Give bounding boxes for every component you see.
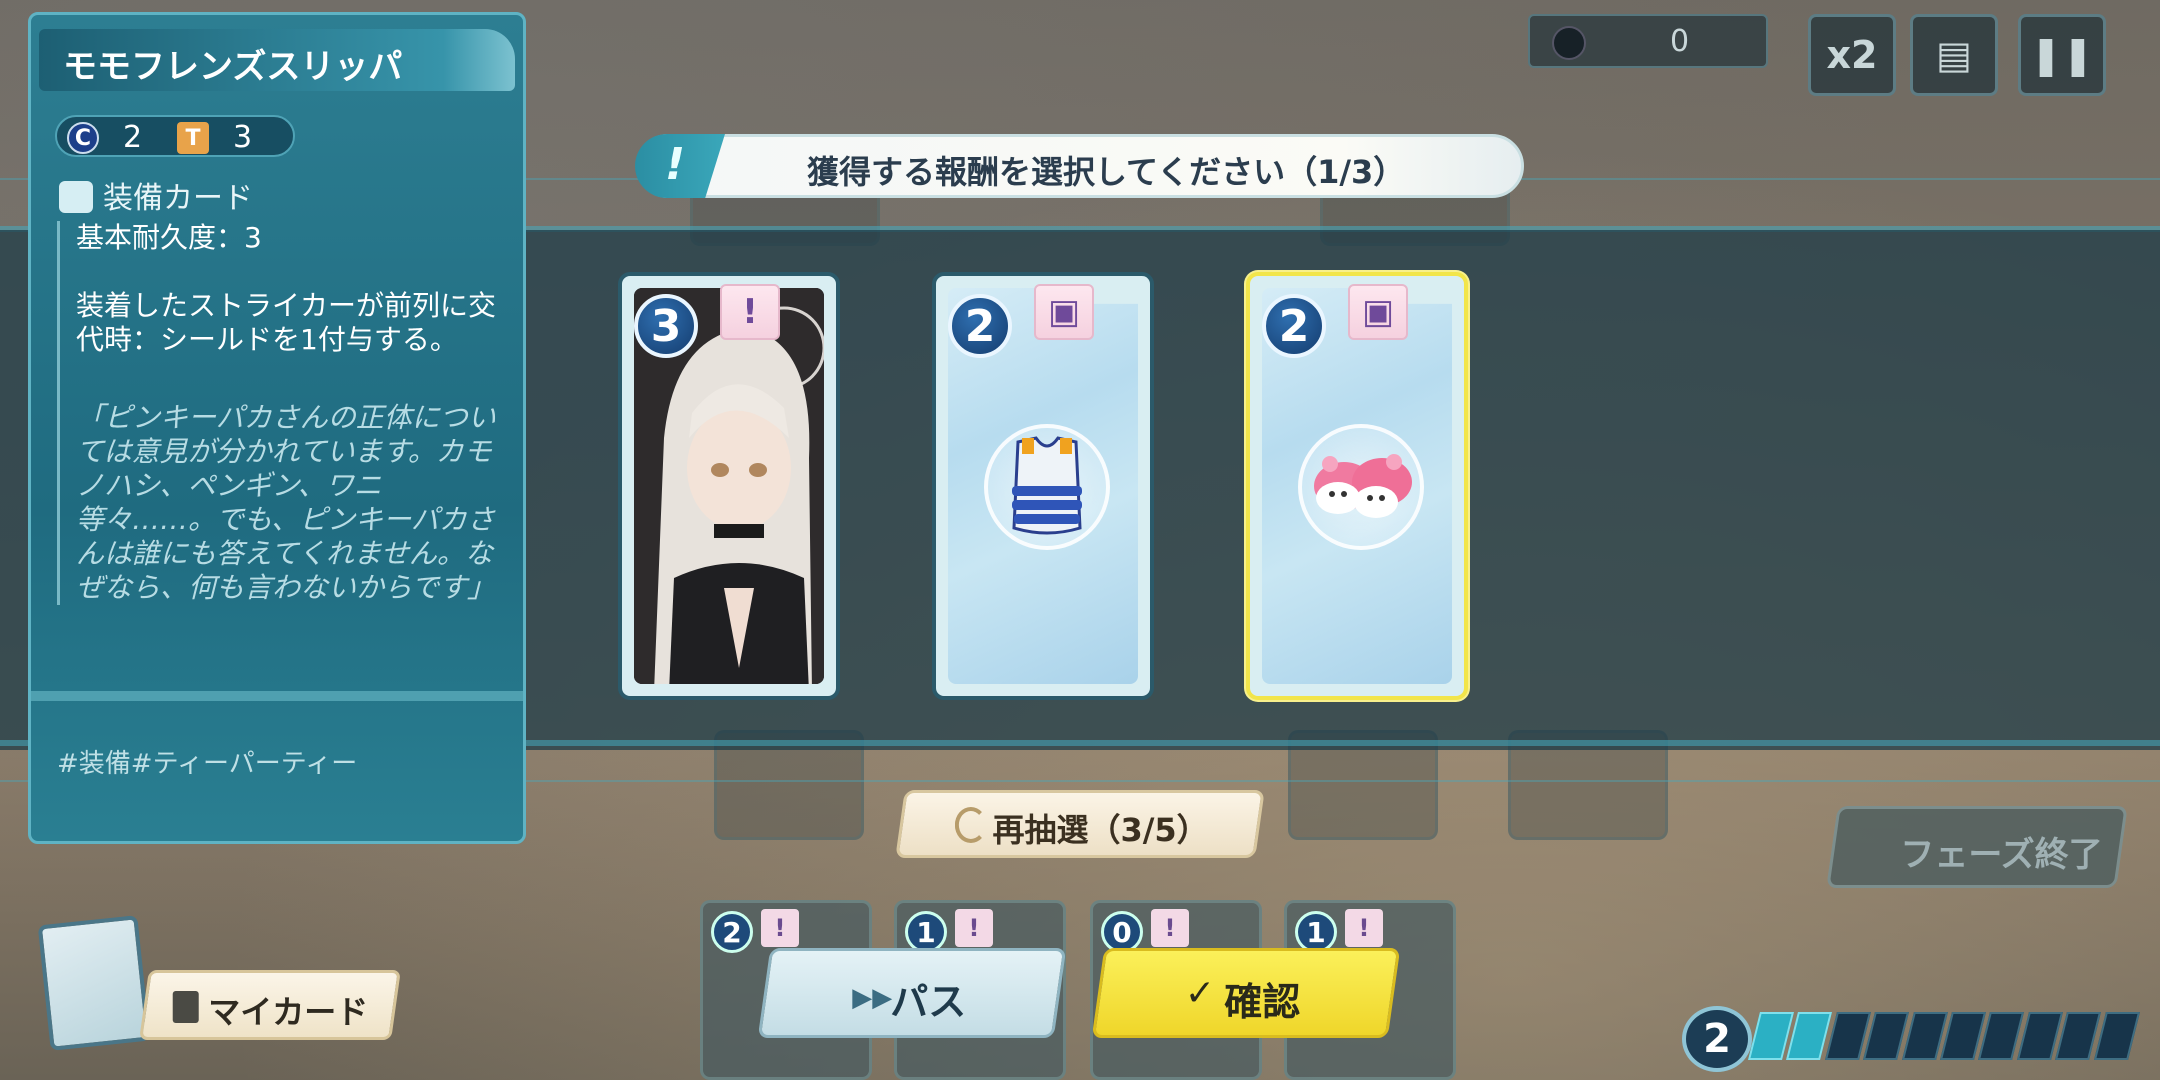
durability-text: 基本耐久度：3 — [76, 221, 262, 254]
panel-divider — [31, 691, 523, 701]
card-stats: C 2 T 3 — [55, 115, 295, 157]
score-value: 0 — [1670, 24, 1690, 59]
card-info-panel: モモフレンズスリッパ C 2 T 3 装備カード 基本耐久度：3 装着したストラ… — [28, 12, 526, 844]
pause-button[interactable]: ❚❚ — [2018, 14, 2106, 96]
reward-card[interactable]: 2 ▣ — [932, 272, 1154, 700]
fast-forward-icon: ▶▶ — [852, 983, 893, 1013]
pass-label: パス — [890, 980, 967, 1024]
hand-card-cost: 0 — [1101, 911, 1143, 953]
check-icon: ✓ — [1184, 973, 1216, 1014]
reward-card-selected[interactable]: 2 ▣ — [1246, 272, 1468, 700]
exclamation-icon: ! — [955, 909, 993, 947]
cost-c-icon: C — [67, 122, 99, 154]
equipment-box-icon: ▣ — [1034, 284, 1094, 340]
pink-slippers-icon — [1314, 454, 1412, 518]
card-cost: 2 — [948, 294, 1012, 358]
effect-text: 装着したストライカーが前列に交代時：シールドを1付与する。 — [76, 289, 497, 356]
reward-card[interactable]: 3 ! — [618, 272, 840, 700]
energy-segment — [2093, 1012, 2141, 1060]
card-type-label: 装備カード — [103, 181, 253, 216]
exclamation-icon: ! — [1345, 909, 1383, 947]
speed-label: x2 — [1826, 33, 1878, 77]
hand-card-cost: 2 — [711, 911, 753, 953]
energy-count: 2 — [1682, 1006, 1752, 1072]
cost-c-value: 2 — [123, 120, 143, 155]
card-title-bar: モモフレンズスリッパ — [39, 29, 515, 91]
cost-hammer-value: 3 — [233, 120, 253, 155]
confirm-button[interactable]: ✓ 確認 — [1091, 948, 1401, 1038]
item-frame — [984, 424, 1110, 550]
card-title: モモフレンズスリッパ — [63, 47, 403, 87]
phase-end-label: フェーズ終了 — [1900, 835, 2103, 875]
card-tags: #装備#ティーパーティー — [57, 749, 358, 779]
energy-bar — [1748, 1012, 2141, 1060]
log-button[interactable]: ▤ — [1910, 14, 1998, 96]
exclamation-icon: ! — [761, 909, 799, 947]
my-cards-label: マイカード — [208, 993, 369, 1031]
life-vest-icon — [1012, 436, 1082, 535]
hand-card-cost: 1 — [1295, 911, 1337, 953]
exclamation-icon: ! — [635, 134, 725, 198]
card-cost: 2 — [1262, 294, 1326, 358]
refresh-icon — [954, 807, 987, 843]
score-counter: 0 — [1528, 14, 1768, 68]
card-cost: 3 — [634, 294, 698, 358]
item-frame — [1298, 424, 1424, 550]
document-icon: ▤ — [1936, 33, 1972, 77]
deck-icon[interactable] — [37, 915, 151, 1051]
my-cards-button[interactable]: マイカード — [139, 970, 401, 1040]
reward-prompt-banner: ! 獲得する報酬を選択してください（1/3） — [635, 134, 1524, 198]
phase-end-button[interactable]: フェーズ終了 — [1826, 806, 2128, 888]
reroll-button[interactable]: 再抽選（3/5） — [895, 790, 1265, 858]
confirm-label: 確認 — [1224, 980, 1301, 1024]
hand-card-cost: 1 — [905, 911, 947, 953]
hammer-icon: T — [177, 122, 209, 154]
cards-icon — [172, 991, 199, 1023]
reward-prompt-text: 獲得する報酬を選択してください（1/3） — [807, 153, 1406, 191]
skull-icon — [1552, 26, 1586, 60]
speed-toggle-button[interactable]: x2 — [1808, 14, 1896, 96]
equipment-box-icon: ▣ — [1348, 284, 1408, 340]
pause-icon: ❚❚ — [2030, 33, 2094, 77]
pass-button[interactable]: ▶▶ パス — [757, 948, 1067, 1038]
equipment-box-icon — [59, 181, 93, 213]
exclamation-icon: ! — [1151, 909, 1189, 947]
card-description: 基本耐久度：3 装着したストライカーが前列に交代時：シールドを1付与する。 「ピ… — [57, 221, 505, 605]
exclamation-icon: ! — [720, 284, 780, 340]
reroll-label: 再抽選（3/5） — [992, 811, 1209, 849]
flavor-text: 「ピンキーパカさんの正体については意見が分かれています。カモノハシ、ペンギン、ワ… — [76, 401, 496, 604]
